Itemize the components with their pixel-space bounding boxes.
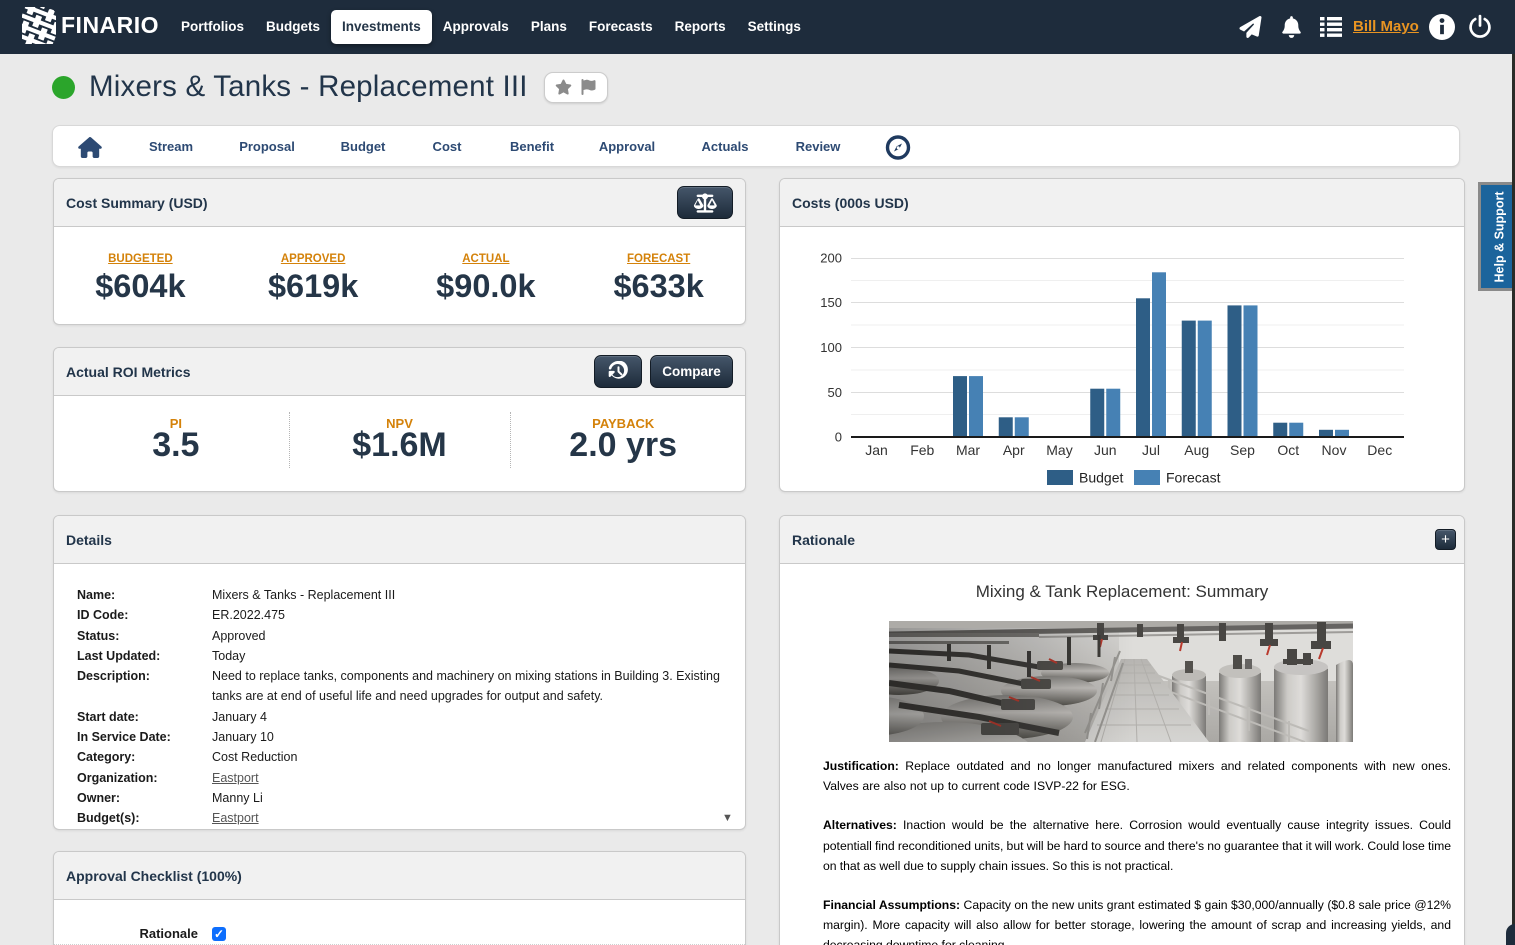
svg-text:May: May <box>1046 442 1072 458</box>
svg-text:Forecast: Forecast <box>1166 470 1221 486</box>
svg-text:0: 0 <box>835 430 842 445</box>
svg-text:Jan: Jan <box>865 442 888 458</box>
svg-text:150: 150 <box>820 295 842 310</box>
svg-text:Feb: Feb <box>910 442 934 458</box>
svg-text:200: 200 <box>820 251 842 266</box>
svg-text:Nov: Nov <box>1322 442 1347 458</box>
svg-text:100: 100 <box>820 340 842 355</box>
svg-text:Aug: Aug <box>1184 442 1209 458</box>
svg-text:Apr: Apr <box>1003 442 1025 458</box>
svg-text:Budget: Budget <box>1079 470 1123 486</box>
svg-text:Mar: Mar <box>956 442 980 458</box>
svg-text:Jun: Jun <box>1094 442 1117 458</box>
svg-text:Dec: Dec <box>1367 442 1392 458</box>
svg-text:Sep: Sep <box>1230 442 1255 458</box>
svg-text:50: 50 <box>828 385 842 400</box>
svg-text:Oct: Oct <box>1277 442 1299 458</box>
svg-text:Jul: Jul <box>1142 442 1160 458</box>
